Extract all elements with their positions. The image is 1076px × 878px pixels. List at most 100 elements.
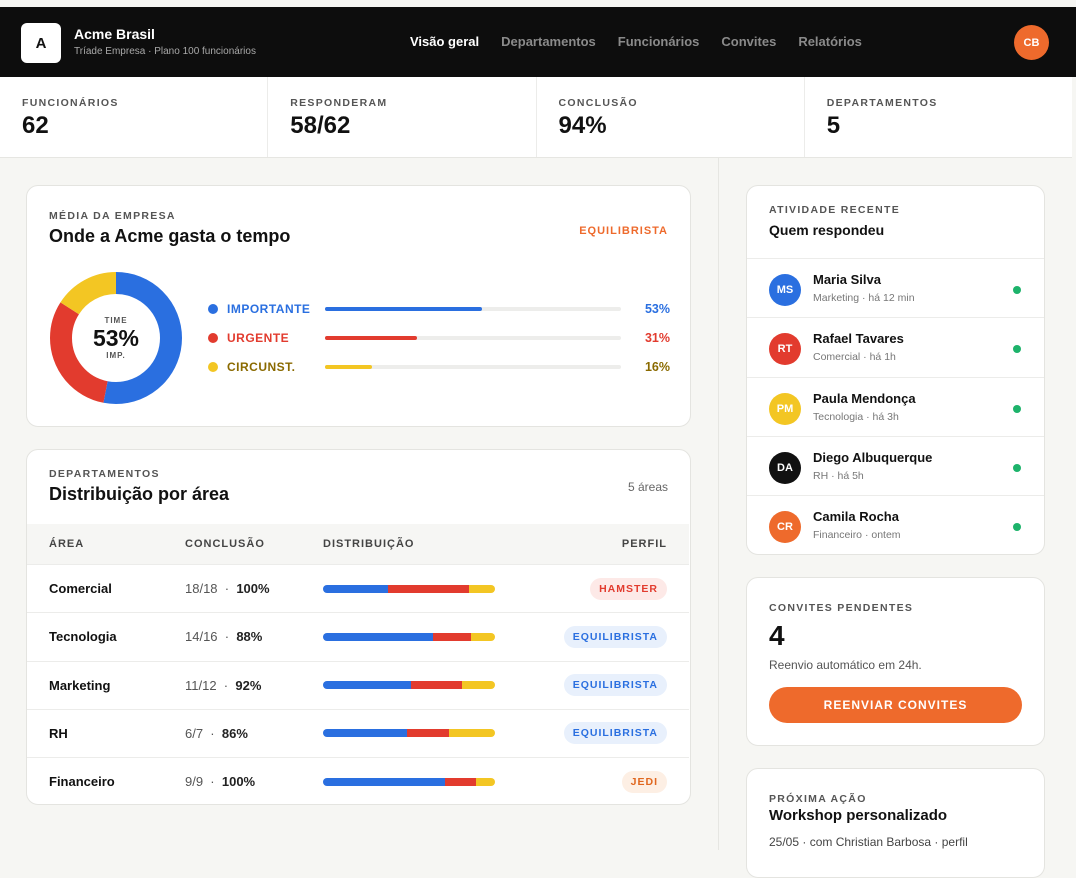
distribution-segment xyxy=(323,632,434,641)
table-header: ÁREA CONCLUSÃO DISTRIBUIÇÃO PERFIL xyxy=(27,524,689,564)
dept-distribution-bar xyxy=(323,777,495,786)
dept-distribution-bar xyxy=(323,681,495,690)
nav-convites[interactable]: Convites xyxy=(721,34,776,49)
right-column: ATIVIDADE RECENTE Quem respondeu MS Mari… xyxy=(718,158,1072,878)
activity-meta: Financeiro · ontem xyxy=(813,529,901,542)
online-status-icon xyxy=(1013,286,1021,294)
activity-name: Camila Rocha xyxy=(813,509,899,525)
dept-profile-badge: JEDI xyxy=(621,770,667,793)
stat-label: FUNCIONÁRIOS xyxy=(22,97,119,109)
stat-label: RESPONDERAM xyxy=(290,97,388,109)
col-distribuicao[interactable]: DISTRIBUIÇÃO xyxy=(323,538,414,550)
distribution-segment xyxy=(462,681,495,690)
dept-pct: 86% xyxy=(221,725,248,741)
card-eyebrow: CONVITES PENDENTES xyxy=(769,602,914,614)
activity-item[interactable]: RT Rafael Tavares Comercial · há 1h xyxy=(747,317,1044,376)
activity-name: Maria Silva xyxy=(813,272,881,287)
dept-ratio: 11/12 xyxy=(185,677,217,693)
areas-count: 5 áreas xyxy=(627,480,668,494)
table-row[interactable]: Tecnologia 14/16 · 88% EQUILIBRISTA xyxy=(27,612,689,660)
nav-funcionarios[interactable]: Funcionários xyxy=(618,34,700,49)
activity-avatar: DA xyxy=(769,451,801,484)
table-row[interactable]: Comercial 18/18 · 100% HAMSTER xyxy=(27,564,689,612)
card-eyebrow: DEPARTAMENTOS xyxy=(49,468,160,480)
company-logo[interactable]: A xyxy=(21,23,61,63)
online-status-icon xyxy=(1013,463,1021,472)
activity-meta: Comercial · há 1h xyxy=(813,351,896,364)
departments-card: DEPARTAMENTOS Distribuição por área 5 ár… xyxy=(26,449,691,805)
dept-profile-badge: EQUILIBRISTA xyxy=(563,722,667,745)
activity-name: Rafael Tavares xyxy=(813,331,904,347)
dept-name: RH xyxy=(49,725,68,741)
legend-bar xyxy=(325,307,482,311)
dept-pct: 92% xyxy=(235,677,262,693)
dept-name: Comercial xyxy=(49,581,112,596)
company-name: Acme Brasil xyxy=(74,26,155,42)
stat-label: CONCLUSÃO xyxy=(558,97,638,109)
nav-departamentos[interactable]: Departamentos xyxy=(501,34,596,49)
resend-invites-button[interactable]: REENVIAR CONVITES xyxy=(769,687,1022,723)
distribution-segment xyxy=(323,729,408,738)
col-area[interactable]: ÁREA xyxy=(49,538,84,550)
table-row[interactable]: Financeiro 9/9 · 100% JEDI xyxy=(27,757,689,804)
card-eyebrow: PRÓXIMA AÇÃO xyxy=(769,793,867,805)
card-eyebrow: MÉDIA DA EMPRESA xyxy=(49,210,176,222)
dept-distribution-bar xyxy=(323,632,495,641)
legend-important: IMPORTANTE 53% xyxy=(208,302,670,316)
stat-departamentos: DEPARTAMENTOS 5 xyxy=(805,77,1072,157)
activity-item[interactable]: MS Maria Silva Marketing · há 12 min xyxy=(747,258,1044,317)
legend-label: IMPORTANTE xyxy=(227,302,311,316)
distribution-segment xyxy=(323,584,389,593)
activity-item[interactable]: DA Diego Albuquerque RH · há 5h xyxy=(747,435,1044,495)
dept-ratio: 6/7 xyxy=(185,725,204,741)
online-status-icon xyxy=(1013,345,1021,354)
card-title: Distribuição por área xyxy=(49,484,230,504)
legend-circumstantial: CIRCUNST. 16% xyxy=(208,360,670,374)
dept-ratio: 18/18 xyxy=(185,581,218,596)
card-title: Onde a Acme gasta o tempo xyxy=(49,226,291,246)
table-row[interactable]: Marketing 11/12 · 92% EQUILIBRISTA xyxy=(27,660,689,709)
stat-conclusao: CONCLUSÃO 94% xyxy=(537,77,805,157)
activity-avatar: MS xyxy=(769,274,801,306)
dept-completion: 14/16 · 88% xyxy=(185,629,263,645)
stat-value: 58/62 xyxy=(290,112,351,139)
dept-profile-badge: HAMSTER xyxy=(590,577,667,600)
activity-card: ATIVIDADE RECENTE Quem respondeu MS Mari… xyxy=(746,185,1045,555)
legend-track xyxy=(325,336,621,340)
activity-avatar: PM xyxy=(769,392,801,425)
distribution-segment xyxy=(323,681,411,690)
dept-pct: 100% xyxy=(221,774,256,790)
next-action-card: PRÓXIMA AÇÃO Workshop personalizado 25/0… xyxy=(746,768,1045,878)
company-time-card: MÉDIA DA EMPRESA Onde a Acme gasta o tem… xyxy=(26,185,691,427)
dept-ratio: 9/9 xyxy=(185,774,204,790)
col-conclusao[interactable]: CONCLUSÃO xyxy=(185,538,265,550)
card-eyebrow: ATIVIDADE RECENTE xyxy=(769,204,900,216)
distribution-segment xyxy=(445,777,477,786)
legend-label: CIRCUNST. xyxy=(227,360,296,374)
nav-relatorios[interactable]: Relatórios xyxy=(798,34,862,49)
distribution-segment xyxy=(410,681,463,690)
dept-completion: 18/18 · 100% xyxy=(185,581,270,596)
distribution-segment xyxy=(388,584,470,593)
activity-avatar: CR xyxy=(769,511,801,544)
col-perfil[interactable]: PERFIL xyxy=(622,538,667,550)
nav-visao-geral[interactable]: Visão geral xyxy=(410,34,479,49)
distribution-segment xyxy=(470,632,495,641)
legend-pct: 16% xyxy=(644,360,670,374)
distribution-segment xyxy=(323,777,446,786)
legend-dot xyxy=(208,333,218,343)
dept-profile-badge: EQUILIBRISTA xyxy=(563,674,667,697)
dept-pct: 100% xyxy=(236,581,270,596)
top-bar: A Acme Brasil Tríade Empresa · Plano 100… xyxy=(0,7,1076,77)
distribution-segment xyxy=(448,729,495,738)
dept-completion: 9/9 · 100% xyxy=(185,774,256,790)
activity-item[interactable]: CR Camila Rocha Financeiro · ontem xyxy=(747,495,1044,554)
stats-bar: FUNCIONÁRIOS 62 RESPONDERAM 58/62 CONCLU… xyxy=(0,77,1072,158)
user-avatar[interactable]: CB xyxy=(1014,25,1049,60)
main-nav: Visão geral Departamentos Funcionários C… xyxy=(410,34,862,49)
distribution-segment xyxy=(476,777,495,786)
activity-item[interactable]: PM Paula Mendonça Tecnologia · há 3h xyxy=(747,376,1044,436)
distribution-segment xyxy=(469,584,495,593)
stat-value: 94% xyxy=(558,112,607,139)
table-row[interactable]: RH 6/7 · 86% EQUILIBRISTA xyxy=(27,708,689,757)
